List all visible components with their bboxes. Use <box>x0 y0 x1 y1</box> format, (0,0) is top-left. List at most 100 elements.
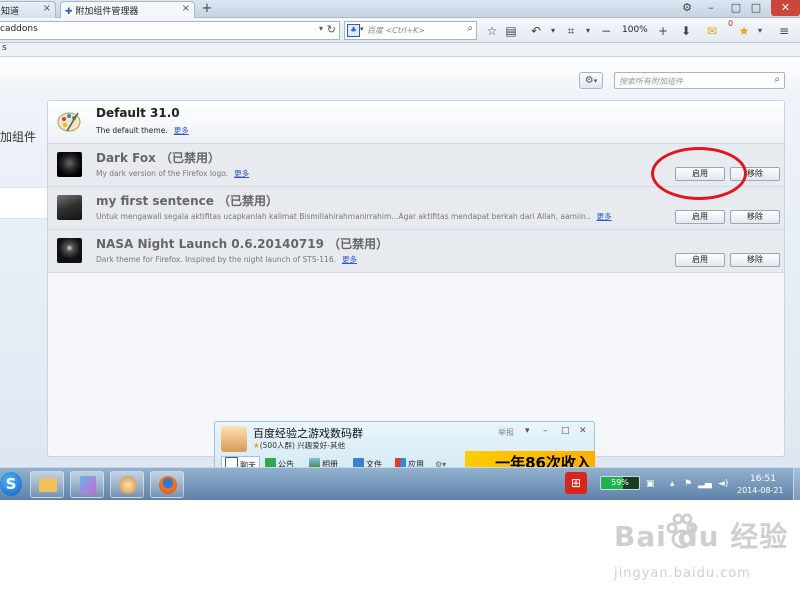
zoom-level[interactable]: 100% <box>622 25 648 35</box>
chevron-down-icon[interactable]: ▾ <box>545 23 561 39</box>
addon-description: Dark theme for Firefox. Inspired by the … <box>96 254 357 265</box>
close-tab-icon[interactable]: × <box>43 3 51 14</box>
show-desktop-button[interactable] <box>793 467 800 500</box>
chevron-down-icon[interactable]: ▾ <box>360 25 364 33</box>
url-history-dropdown-icon[interactable]: ▾ <box>319 24 323 33</box>
group-title[interactable]: 百度经验之游戏数码群 <box>253 425 363 441</box>
tray-app-icon[interactable]: ⊞ <box>565 472 587 494</box>
chevron-down-icon[interactable]: ▾ <box>525 426 530 436</box>
category-appearance-selected[interactable] <box>0 187 47 219</box>
search-icon[interactable]: ⌕ <box>467 23 473 34</box>
addon-search-placeholder: 搜索所有附加组件 <box>619 77 683 86</box>
remove-button[interactable]: 移除 <box>730 210 780 224</box>
enable-button[interactable]: 启用 <box>675 253 725 267</box>
start-button[interactable]: S <box>0 470 22 498</box>
volume-icon[interactable]: ◄) <box>718 479 728 489</box>
photo-app-icon <box>80 476 96 494</box>
group-subtitle-text: (500人群) 兴趣爱好-其他 <box>259 441 345 450</box>
nasa-launch-thumbnail-icon <box>57 238 82 263</box>
category-extensions[interactable]: 加组件 <box>0 128 36 145</box>
close-icon[interactable]: ✕ <box>579 426 587 436</box>
bookmarks-bar: s <box>0 43 800 57</box>
zoom-in-icon[interactable]: + <box>655 23 671 39</box>
undo-icon[interactable]: ↶ <box>528 23 544 39</box>
group-avatar[interactable] <box>221 426 247 452</box>
flag-icon[interactable]: ⚑ <box>684 479 692 489</box>
addon-description-text: My dark version of the Firefox logo. <box>96 169 229 178</box>
minimize-icon[interactable]: – <box>543 426 548 436</box>
more-link[interactable]: 更多 <box>234 169 249 178</box>
taskbar-explorer[interactable] <box>30 471 64 498</box>
tab-addons-manager[interactable]: ✚ 附加组件管理器 × <box>60 1 195 18</box>
download-icon[interactable]: ⬇ <box>678 23 694 39</box>
addon-search-input[interactable]: 搜索所有附加组件 ⌕ <box>614 72 785 89</box>
more-link[interactable]: 更多 <box>174 126 189 135</box>
red-circle-annotation <box>651 147 747 200</box>
taskbar: S <box>0 467 800 500</box>
extension-star-icon[interactable]: ★ <box>736 23 752 39</box>
url-text: caddons <box>0 24 38 34</box>
url-bar[interactable]: caddons ▾ ↻ <box>0 21 340 40</box>
addon-description: My dark version of the Firefox logo. 更多 <box>96 168 249 179</box>
menu-icon[interactable]: ≡ <box>776 23 792 39</box>
bookmark-star-icon[interactable]: ☆ <box>484 23 500 39</box>
mail-icon[interactable]: ✉ <box>704 23 720 39</box>
addon-row-default[interactable]: Default 31.0 The default theme. 更多 <box>48 101 784 144</box>
bookmark-item[interactable]: s <box>2 43 7 53</box>
reload-icon[interactable]: ↻ <box>327 23 336 36</box>
more-link[interactable]: 更多 <box>342 255 357 264</box>
restore-button[interactable]: □ <box>728 0 744 16</box>
show-hidden-icons[interactable]: ▴ <box>670 479 675 489</box>
watermark-url: jingyan.baidu.com <box>614 566 751 581</box>
chevron-down-icon[interactable]: ▾ <box>752 23 768 39</box>
addon-description-text: The default theme. <box>96 126 168 135</box>
start-orb-icon: S <box>0 472 22 496</box>
tray-device-icon[interactable]: ▣ <box>646 479 655 489</box>
tab-zhidao[interactable]: 知道 × <box>0 1 56 18</box>
addon-name: my first sentence （已禁用） <box>96 194 279 208</box>
close-tab-icon[interactable]: × <box>182 3 190 14</box>
more-link[interactable]: 更多 <box>597 212 612 221</box>
addon-name: Default 31.0 <box>96 106 180 120</box>
tools-gear-button[interactable]: ⚙▾ <box>579 72 603 89</box>
tab-strip: 知道 × ✚ 附加组件管理器 × + ⚙ – □ □ ✕ <box>0 0 800 18</box>
zoom-out-icon[interactable]: − <box>598 23 614 39</box>
close-window-button[interactable]: ✕ <box>771 0 800 16</box>
chevron-down-icon: ▾ <box>593 77 598 85</box>
tab-list-icon[interactable]: ⚙ <box>678 0 696 16</box>
report-link[interactable]: 举报 <box>498 427 514 438</box>
maximize-button[interactable]: □ <box>748 0 764 16</box>
addon-description: Untuk mengawali segala aktifitas ucapkan… <box>96 211 612 222</box>
battery-percent: 59% <box>611 478 629 487</box>
tab-label: 知道 <box>1 7 20 17</box>
sentence-thumbnail-icon <box>57 195 82 220</box>
addon-description-text: Dark theme for Firefox. Inspired by the … <box>96 255 336 264</box>
search-engine-icon[interactable]: ♣ <box>347 24 360 37</box>
notification-count: 0 <box>728 19 734 28</box>
clock-date[interactable]: 2014-08-21 <box>737 486 784 495</box>
taskbar-qq[interactable] <box>110 471 144 498</box>
search-bar[interactable]: ♣ ▾ 百度 <Ctrl+K> ⌕ <box>344 21 477 40</box>
addon-description: The default theme. 更多 <box>96 125 189 136</box>
firefox-icon <box>159 476 177 494</box>
enable-button[interactable]: 启用 <box>675 210 725 224</box>
clock-time[interactable]: 16:51 <box>750 474 776 484</box>
baidu-paw-icon <box>666 513 698 549</box>
taskbar-firefox[interactable] <box>150 471 184 498</box>
bookmarks-menu-icon[interactable]: ▤ <box>503 23 519 39</box>
maximize-icon[interactable]: □ <box>561 426 570 436</box>
dark-fox-thumbnail-icon <box>57 152 82 177</box>
puzzle-icon: ✚ <box>65 7 73 17</box>
taskbar-photo-app[interactable] <box>70 471 104 498</box>
addon-row-nasa-night-launch[interactable]: NASA Night Launch 0.6.20140719 （已禁用） Dar… <box>48 230 784 273</box>
battery-indicator[interactable]: 59% <box>600 476 640 490</box>
network-icon[interactable]: ▂▄ <box>698 479 712 489</box>
minimize-button[interactable]: – <box>703 0 719 16</box>
new-tab-button[interactable]: + <box>200 2 214 16</box>
addon-name: Dark Fox （已禁用） <box>96 151 221 165</box>
remove-button[interactable]: 移除 <box>730 253 780 267</box>
search-icon[interactable]: ⌕ <box>774 74 780 85</box>
qq-icon <box>119 476 137 494</box>
crop-icon[interactable]: ⌗ <box>563 23 579 39</box>
chevron-down-icon[interactable]: ▾ <box>580 23 596 39</box>
